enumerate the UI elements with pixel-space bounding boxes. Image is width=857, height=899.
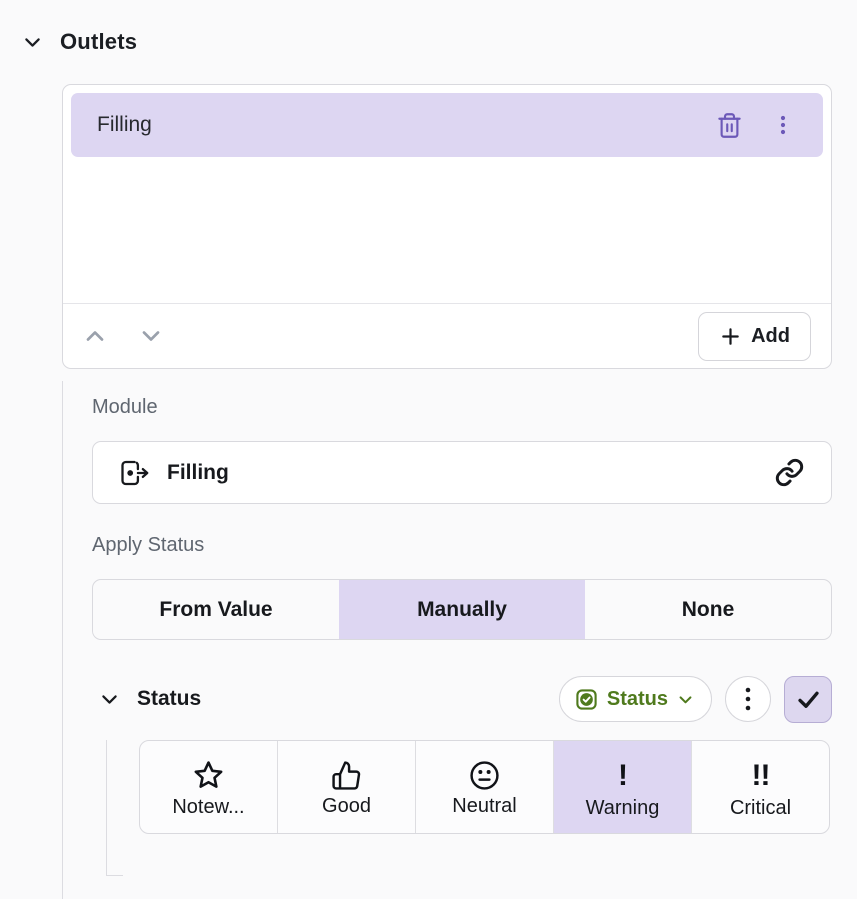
exclamation-icon: ! — [618, 759, 627, 793]
outlet-item-menu-button[interactable] — [769, 111, 797, 139]
reorder-controls — [79, 320, 167, 352]
segment-none[interactable]: None — [585, 580, 831, 639]
move-up-button[interactable] — [79, 320, 111, 352]
trash-icon — [716, 112, 743, 139]
kebab-menu-icon — [771, 113, 795, 137]
add-button-label: Add — [751, 325, 790, 348]
add-outlet-button[interactable]: Add — [698, 312, 811, 361]
status-badge-icon — [575, 688, 598, 711]
delete-outlet-button[interactable] — [714, 110, 745, 141]
apply-status-segmented-control: From Value Manually None — [92, 579, 832, 640]
outlet-item-label: Filling — [97, 113, 152, 137]
outlet-item-actions — [714, 110, 797, 141]
outlet-detail-form: Module Filling Apply Status From Value M… — [92, 394, 832, 834]
kebab-menu-icon — [737, 684, 759, 714]
outlets-list: Filling — [63, 85, 831, 303]
status-section-title: Status — [137, 687, 201, 711]
plus-icon — [719, 325, 742, 348]
double-exclamation-icon: !! — [752, 759, 770, 793]
module-outlet-icon — [117, 458, 150, 488]
status-option-label: Critical — [730, 797, 791, 820]
status-option-label: Warning — [586, 797, 660, 820]
chevron-down-icon — [677, 691, 694, 708]
move-down-button[interactable] — [135, 320, 167, 352]
thumbs-up-icon — [331, 760, 362, 791]
status-menu-button[interactable] — [725, 676, 771, 722]
module-field-label: Module — [92, 396, 832, 419]
chevron-down-icon — [22, 32, 43, 53]
module-field[interactable]: Filling — [92, 441, 832, 504]
segment-manually[interactable]: Manually — [339, 580, 585, 639]
chevron-up-icon — [81, 322, 109, 350]
segment-from-value[interactable]: From Value — [93, 580, 339, 639]
star-icon — [192, 759, 225, 792]
status-option-critical[interactable]: !! Critical — [691, 741, 829, 833]
status-option-neutral[interactable]: Neutral — [415, 741, 553, 833]
status-option-label: Good — [322, 795, 371, 818]
status-option-good[interactable]: Good — [277, 741, 415, 833]
link-module-button[interactable] — [772, 455, 807, 490]
outlets-title: Outlets — [60, 29, 137, 55]
status-option-noteworthy[interactable]: Notew... — [140, 741, 277, 833]
status-confirm-button[interactable] — [784, 676, 832, 723]
status-header-actions: Status — [559, 676, 832, 723]
status-option-warning[interactable]: ! Warning — [553, 741, 691, 833]
neutral-face-icon — [469, 760, 500, 791]
outlets-list-footer: Add — [63, 303, 831, 368]
outlets-section-header[interactable]: Outlets — [0, 0, 857, 55]
chevron-down-icon — [137, 322, 165, 350]
status-section-header: Status Status — [92, 675, 832, 723]
indent-guide-line — [62, 381, 63, 899]
outlet-list-item[interactable]: Filling — [71, 93, 823, 157]
module-field-value: Filling — [167, 461, 229, 485]
apply-status-label: Apply Status — [92, 534, 832, 557]
chevron-down-icon[interactable] — [99, 689, 120, 710]
status-type-dropdown[interactable]: Status — [559, 676, 712, 722]
outlets-list-panel: Filling — [62, 84, 832, 369]
status-dropdown-label: Status — [607, 688, 668, 711]
link-icon — [774, 457, 805, 488]
status-value-picker: Notew... Good Neutral ! Warning !! Criti… — [139, 740, 830, 834]
status-option-label: Neutral — [452, 795, 516, 818]
checkmark-icon — [795, 686, 822, 713]
status-option-label: Notew... — [172, 796, 244, 819]
